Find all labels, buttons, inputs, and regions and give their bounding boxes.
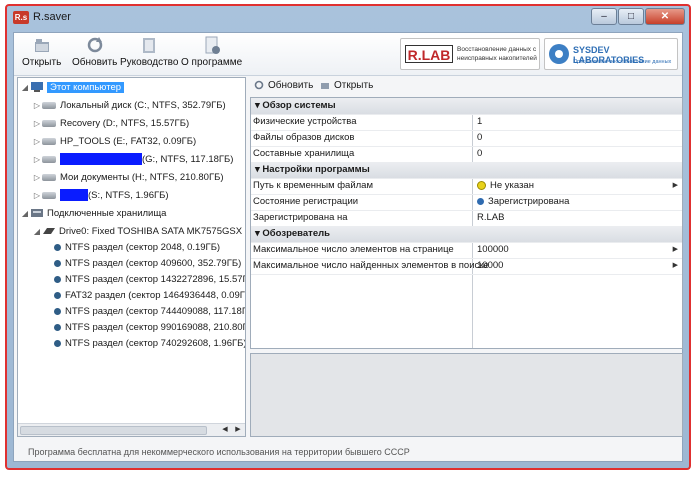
tree-item-drive[interactable]: ▷ (G:, NTFS, 117.18ГБ) — [32, 152, 233, 168]
tree-item-drive[interactable]: ▷ Recovery (D:, NTFS, 15.57ГБ) — [32, 116, 189, 132]
open-icon — [321, 83, 329, 90]
expand-arrow-icon[interactable]: ▷ — [32, 98, 42, 114]
property-row[interactable]: Файлы образов дисков 0 — [251, 130, 682, 147]
open-small-button[interactable]: Открыть — [320, 80, 373, 91]
tree-item-drive[interactable]: ▷ (S:, NTFS, 1.96ГБ) — [32, 188, 169, 204]
scroll-right-icon[interactable]: ▶ — [232, 424, 244, 435]
computer-icon — [31, 82, 43, 93]
property-row[interactable]: Составные хранилища 0 — [251, 146, 682, 163]
hard-drive-icon — [42, 101, 56, 109]
rlab-logo: R.LAB — [405, 45, 453, 63]
property-row[interactable]: Зарегистрирована на R.LAB — [251, 210, 682, 227]
minimize-button[interactable]: – — [591, 8, 617, 25]
tree-item-drive[interactable]: ▷ Локальный диск (C:, NTFS, 352.79ГБ) — [32, 98, 226, 114]
partition-icon — [54, 243, 61, 251]
partition-icon — [54, 291, 61, 299]
expand-arrow-icon[interactable]: ▷ — [32, 134, 42, 150]
hard-drive-icon — [42, 119, 56, 127]
warning-dot-icon — [477, 180, 486, 190]
tree-item-drive[interactable]: ▷ HP_TOOLS (E:, FAT32, 0.09ГБ) — [32, 134, 196, 150]
tree-item-drive[interactable]: ▷ Мои документы (H:, NTFS, 210.80ГБ) — [32, 170, 224, 186]
partition-icon — [54, 323, 61, 331]
category-browser[interactable]: ▾ Обозреватель — [251, 226, 682, 243]
chevron-right-icon[interactable]: ▶ — [673, 258, 678, 274]
storage-tree[interactable]: ◢ Этот компьютер ▷ Локальный диск (C:, NTF… — [17, 77, 246, 437]
expand-arrow-icon[interactable]: ▷ — [32, 116, 42, 132]
tree-item-partition[interactable]: NTFS раздел (сектор 744409088, 117.18ГБ) — [54, 304, 245, 320]
collapse-arrow-icon[interactable]: ◢ — [20, 206, 30, 222]
storage-icon — [31, 209, 43, 218]
collapse-arrow-icon[interactable]: ◢ — [20, 80, 30, 96]
category-overview[interactable]: ▾ Обзор системы — [251, 98, 682, 115]
status-dot-icon — [477, 197, 484, 205]
tree-item-partition[interactable]: NTFS раздел (сектор 1432272896, 15.57ГБ) — [54, 272, 245, 288]
sysdev-banner[interactable]: SYSDEV LABORATORIES Программное восстано… — [544, 38, 678, 70]
scrollbar-thumb[interactable] — [20, 426, 207, 435]
tree-item-partition[interactable]: NTFS раздел (сектор 2048, 0.19ГБ) — [54, 240, 220, 256]
scroll-left-icon[interactable]: ◀ — [219, 424, 231, 435]
redacted-label — [60, 189, 88, 202]
refresh-icon — [87, 37, 102, 53]
collapse-arrow-icon[interactable]: ◢ — [32, 224, 42, 240]
book-icon — [143, 38, 156, 53]
close-button[interactable]: ✕ — [645, 8, 685, 25]
refresh-small-button[interactable]: Обновить — [254, 80, 313, 91]
tree-item-computer[interactable]: ◢ Этот компьютер — [20, 80, 125, 96]
redacted-label — [60, 153, 142, 166]
property-row[interactable]: Физические устройства 1 — [251, 114, 682, 131]
open-button[interactable]: Открыть — [22, 35, 61, 68]
info-document-icon — [205, 36, 220, 54]
status-bar: Программа бесплатна для некоммерческого … — [28, 447, 410, 457]
open-icon — [34, 39, 49, 52]
description-panel — [250, 353, 683, 437]
tree-item-partition[interactable]: NTFS раздел (сектор 740292608, 1.96ГБ) — [54, 336, 245, 352]
sysdev-tagline: Программное восстановление данных — [573, 59, 672, 65]
app-icon: R.s — [13, 11, 29, 24]
client-area: Открыть Обновить Руководство О программе… — [13, 32, 683, 462]
hard-drive-icon — [42, 191, 56, 199]
hard-drive-icon — [42, 173, 56, 181]
tree-item-partition[interactable]: NTFS раздел (сектор 409600, 352.79ГБ) — [54, 256, 241, 272]
hard-drive-icon — [42, 155, 56, 163]
manual-button[interactable]: Руководство — [120, 35, 178, 68]
tree-item-partition[interactable]: NTFS раздел (сектор 990169088, 210.80ГБ) — [54, 320, 245, 336]
property-row[interactable]: Максимальное число элементов на странице… — [251, 242, 682, 259]
app-window: R.s R.saver – □ ✕ Открыть Обновить Руков… — [5, 4, 691, 470]
about-button[interactable]: О программе — [181, 35, 242, 68]
maximize-button[interactable]: □ — [618, 8, 644, 25]
partition-icon — [54, 307, 61, 315]
property-row[interactable]: Максимальное число найденных элементов в… — [251, 258, 682, 275]
hard-drive-icon — [42, 137, 56, 145]
tree-item-disk[interactable]: ◢ Drive0: Fixed TOSHIBA SATA MK7575GSX — [32, 224, 242, 240]
partition-icon — [54, 275, 61, 283]
refresh-button[interactable]: Обновить — [72, 35, 117, 68]
category-settings[interactable]: ▾ Настройки программы — [251, 162, 682, 179]
partition-icon — [54, 339, 61, 347]
sysdev-gear-icon — [549, 44, 569, 64]
chevron-right-icon[interactable]: ▶ — [673, 178, 678, 194]
property-row[interactable]: Состояние регистрации Зарегистрирована — [251, 194, 682, 211]
chevron-right-icon[interactable]: ▶ — [673, 242, 678, 258]
window-title: R.saver — [33, 11, 71, 23]
rlab-banner[interactable]: R.LAB Восстановление данных с неисправны… — [400, 38, 540, 70]
expand-arrow-icon[interactable]: ▷ — [32, 188, 42, 204]
property-row[interactable]: Путь к временным файлам Не указан ▶ — [251, 178, 682, 195]
partition-icon — [54, 259, 61, 267]
refresh-icon — [254, 81, 264, 90]
disk-icon — [43, 228, 55, 235]
tree-item-partition[interactable]: FAT32 раздел (сектор 1464936448, 0.09ГБ) — [54, 288, 245, 304]
title-bar[interactable]: R.s R.saver – □ ✕ — [7, 6, 689, 30]
expand-arrow-icon[interactable]: ▷ — [32, 170, 42, 186]
horizontal-scrollbar[interactable]: ◀ ▶ — [18, 423, 245, 436]
tree-item-connected[interactable]: ◢ Подключенные хранилища — [20, 206, 167, 222]
properties-grid[interactable]: ▾ Обзор системы Физические устройства 1 Ф… — [250, 97, 683, 349]
rlab-tagline: Восстановление данных с неисправных нако… — [457, 46, 537, 62]
properties-toolbar: Обновить Открыть — [250, 77, 682, 95]
main-toolbar: Открыть Обновить Руководство О программе… — [14, 33, 682, 76]
expand-arrow-icon[interactable]: ▷ — [32, 152, 42, 168]
